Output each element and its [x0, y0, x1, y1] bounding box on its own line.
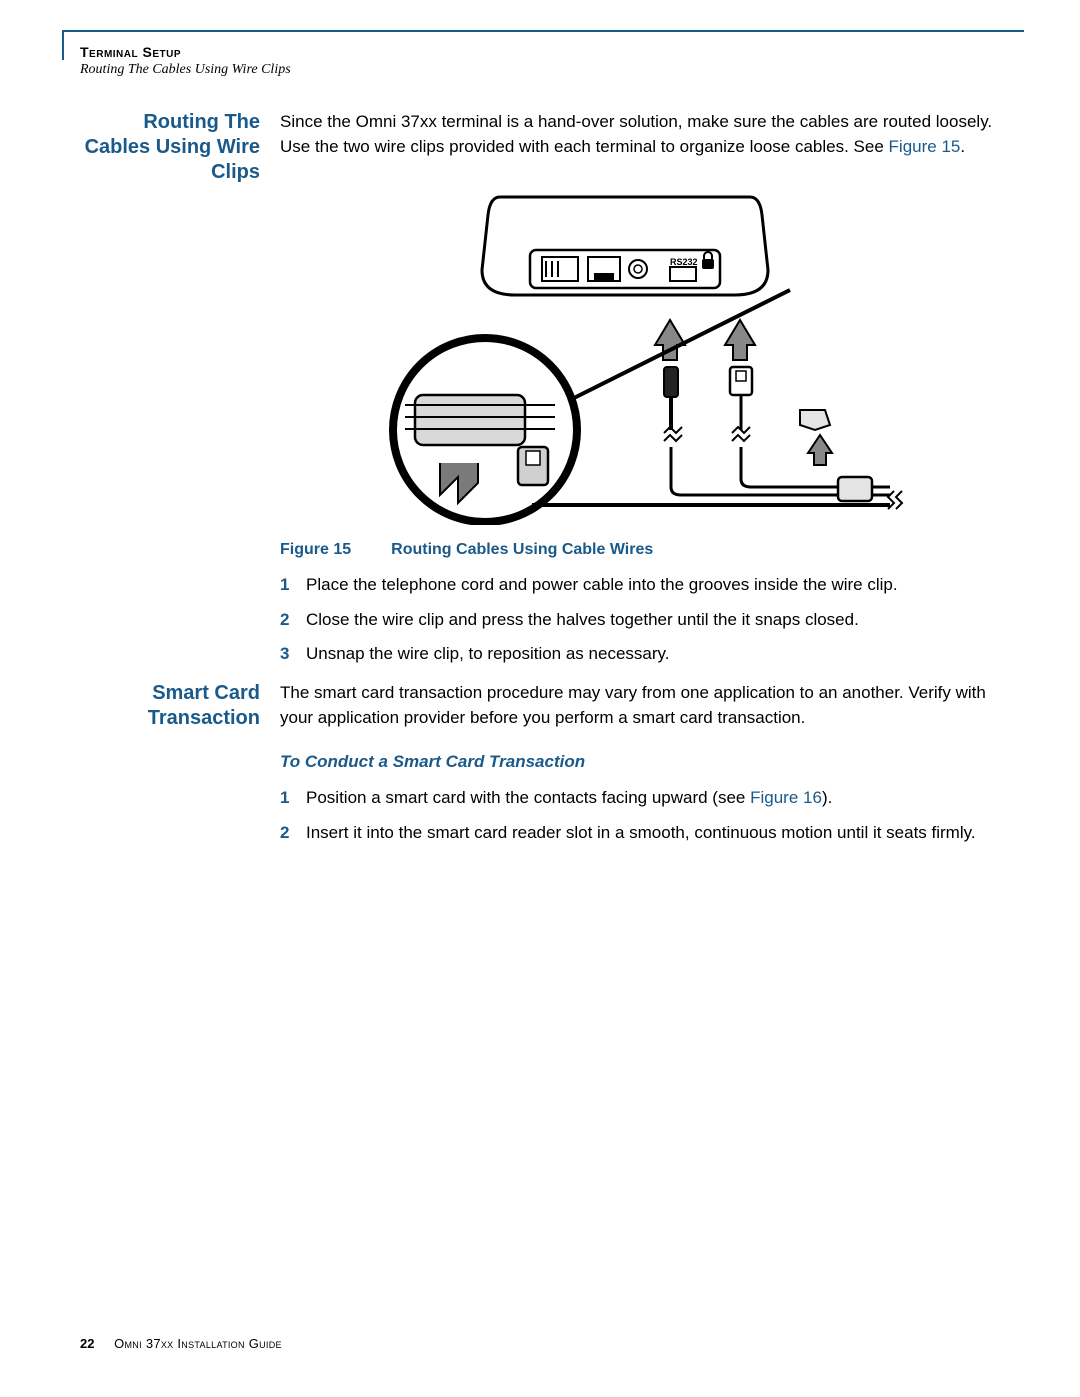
step-text: Place the telephone cord and power cable… [306, 573, 1000, 598]
page-number: 22 [80, 1336, 94, 1351]
step-text: Insert it into the smart card reader slo… [306, 821, 1000, 846]
subhead-conduct-transaction: To Conduct a Smart Card Transaction [280, 752, 1000, 772]
step-number: 3 [280, 642, 306, 667]
step-text: Position a smart card with the contacts … [306, 786, 1000, 811]
step-number: 2 [280, 821, 306, 846]
section1-intro: Since the Omni 37xx terminal is a hand-o… [280, 110, 1000, 159]
figure-15-caption: Figure 15 Routing Cables Using Cable Wire… [280, 541, 1000, 559]
page-footer: 22 Omni 37xx Installation Guide [80, 1336, 282, 1351]
list-item: 3 Unsnap the wire clip, to reposition as… [280, 642, 1000, 667]
list-item: 2 Close the wire clip and press the halv… [280, 608, 1000, 633]
content: Routing The Cables Using Wire Clips Sinc… [80, 110, 1000, 855]
step-text-post: ). [822, 788, 832, 807]
step-number: 1 [280, 786, 306, 811]
header-section: Routing The Cables Using Wire Clips [80, 62, 291, 78]
steps-routing: 1 Place the telephone cord and power cab… [280, 573, 1000, 667]
section1-intro-pre: Since the Omni 37xx terminal is a hand-o… [280, 112, 992, 156]
xref-figure-16[interactable]: Figure 16 [750, 788, 822, 807]
figure-title: Routing Cables Using Cable Wires [391, 541, 653, 558]
section2-intro: The smart card transaction procedure may… [280, 681, 1000, 730]
section-smart-card: Smart Card Transaction The smart card tr… [80, 681, 1000, 738]
guide-title: Omni 37xx Installation Guide [114, 1336, 282, 1351]
section1-body: Since the Omni 37xx terminal is a hand-o… [280, 110, 1000, 167]
port-label-rs232: RS232 [670, 257, 698, 267]
step-number: 1 [280, 573, 306, 598]
figure-15: RS232 [280, 195, 1000, 559]
section2-body: The smart card transaction procedure may… [280, 681, 1000, 738]
section-routing-cables: Routing The Cables Using Wire Clips Sinc… [80, 110, 1000, 185]
page: Terminal Setup Routing The Cables Using … [0, 0, 1080, 1397]
side-heading-routing: Routing The Cables Using Wire Clips [80, 110, 280, 185]
side-heading-smart-card: Smart Card Transaction [80, 681, 280, 731]
header-chapter: Terminal Setup [80, 44, 291, 60]
step-text: Unsnap the wire clip, to reposition as n… [306, 642, 1000, 667]
list-item: 1 Place the telephone cord and power cab… [280, 573, 1000, 598]
figure-label: Figure 15 [280, 541, 351, 559]
steps-smart-card: 1 Position a smart card with the contact… [280, 786, 1000, 845]
list-item: 1 Position a smart card with the contact… [280, 786, 1000, 811]
section1-intro-post: . [960, 137, 965, 156]
xref-figure-15[interactable]: Figure 15 [889, 137, 961, 156]
figure-15-illustration: RS232 [370, 195, 910, 525]
list-item: 2 Insert it into the smart card reader s… [280, 821, 1000, 846]
arrow-up-icon [655, 320, 755, 360]
step-number: 2 [280, 608, 306, 633]
wire-clip-open [800, 410, 832, 465]
running-header: Terminal Setup Routing The Cables Using … [80, 44, 291, 78]
step-text-pre: Position a smart card with the contacts … [306, 788, 750, 807]
step-text: Close the wire clip and press the halves… [306, 608, 1000, 633]
